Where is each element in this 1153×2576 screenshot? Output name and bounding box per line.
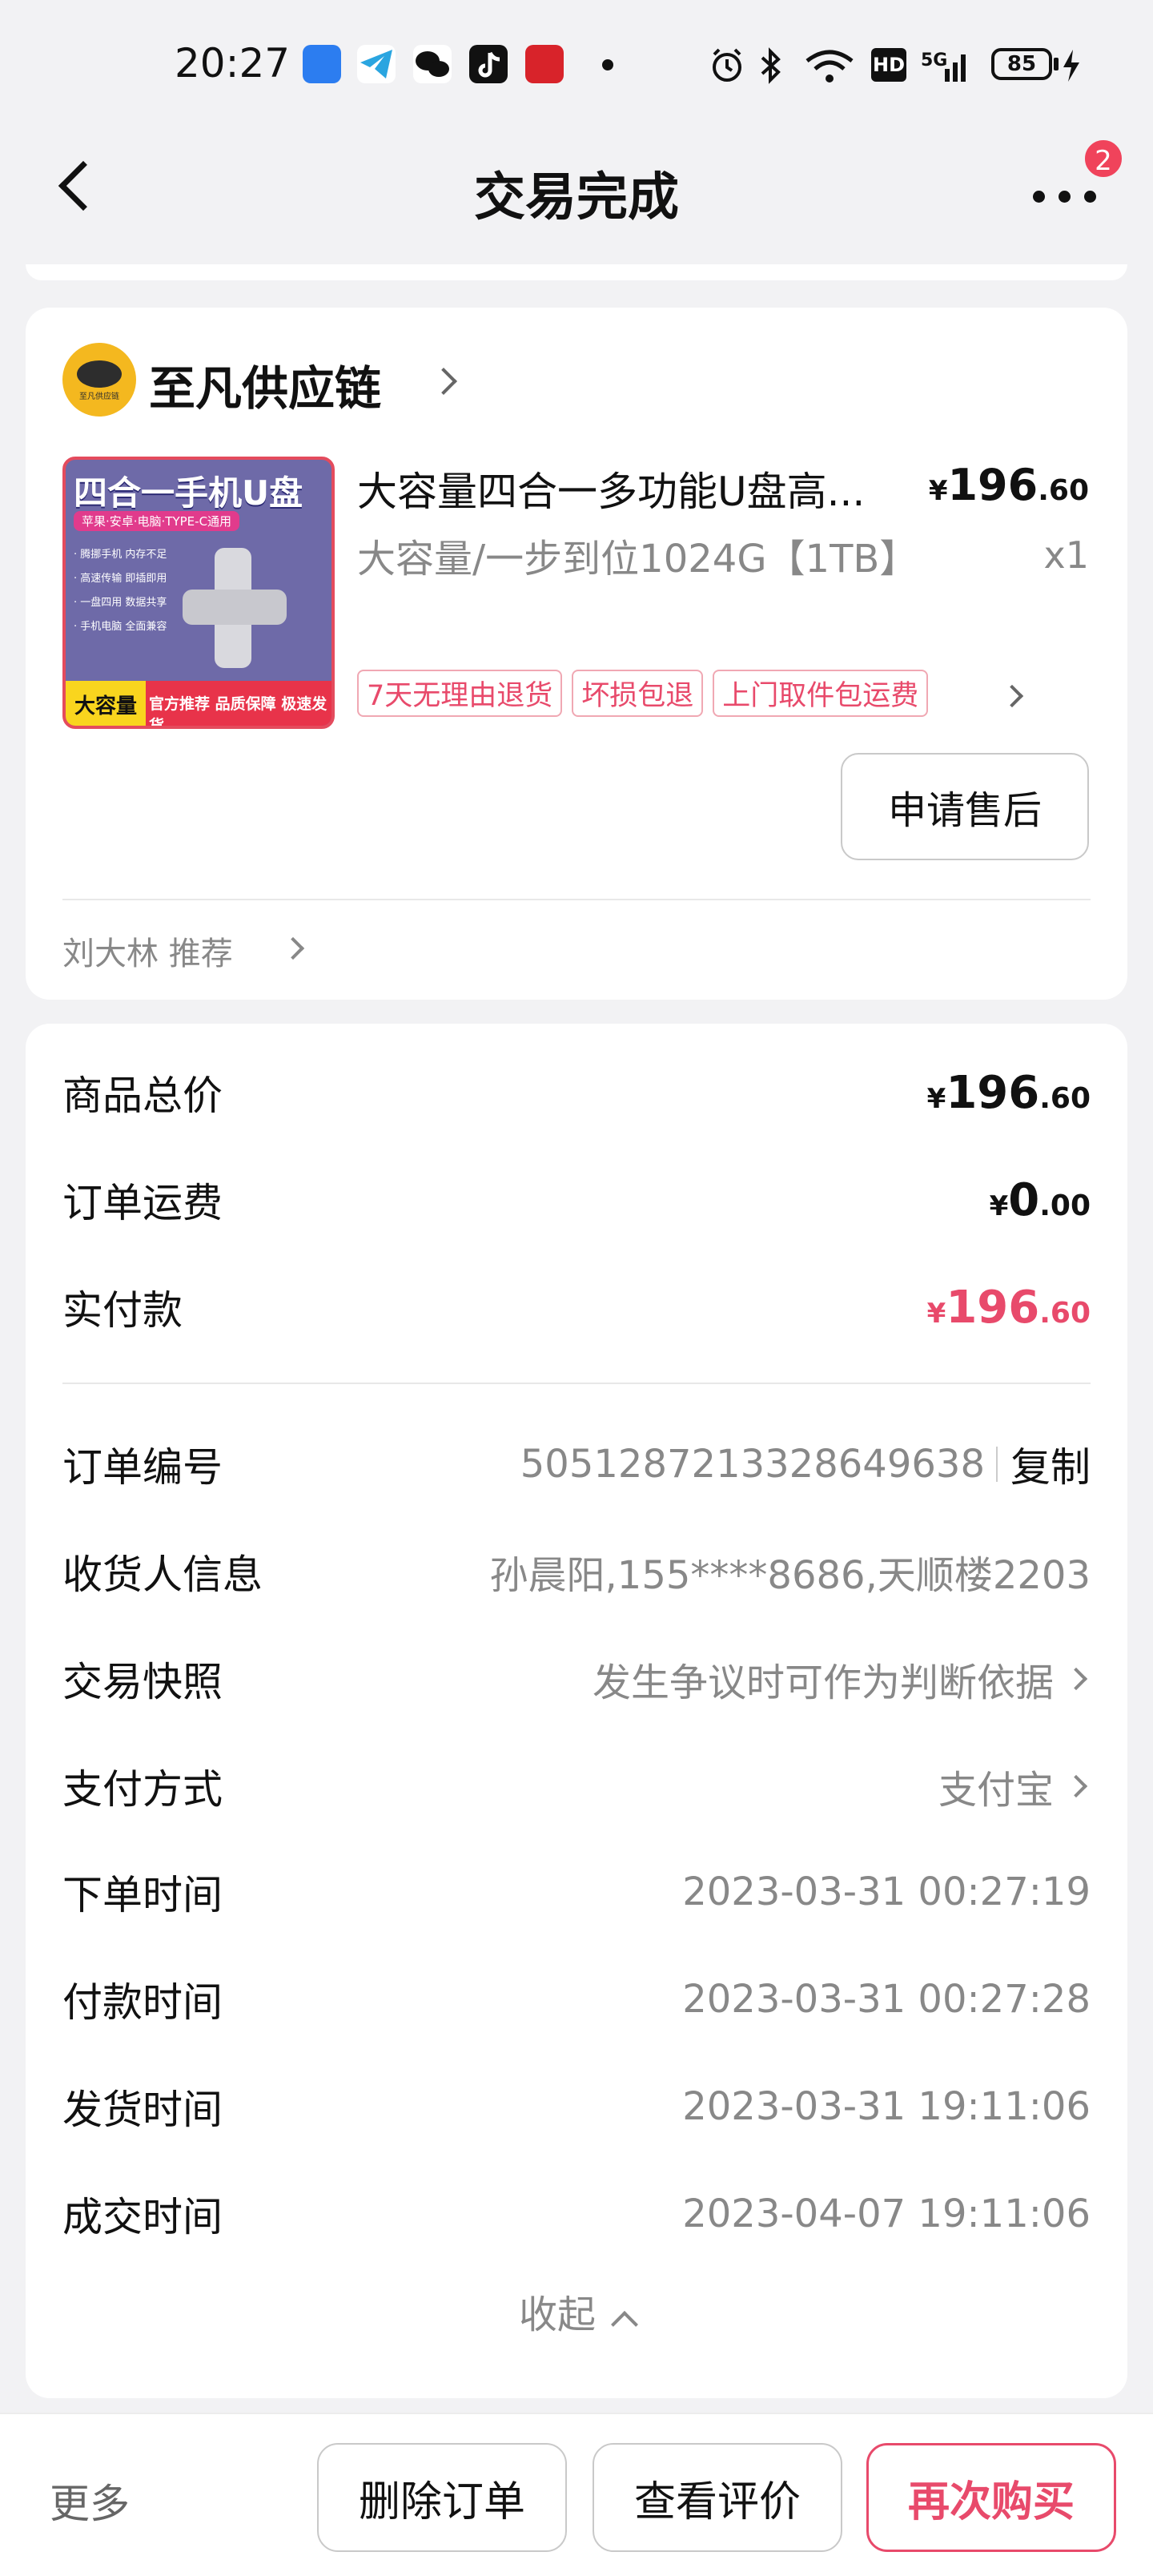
- receiver-value: 孙晨阳,155****8686,天顺楼2203: [489, 1553, 1091, 1598]
- order-details-card: 商品总价 ¥196.60 订单运费 ¥0.00 实付款 ¥196.60 订单编号…: [26, 1024, 1127, 2398]
- order-time-label: 下单时间: [62, 1872, 223, 1918]
- paid-row: 实付款 ¥196.60: [62, 1275, 1091, 1339]
- thumb-title: 四合一手机U盘: [74, 473, 303, 513]
- snapshot-chevron-icon[interactable]: [1064, 1667, 1088, 1691]
- bottom-action-bar: 更多 删除订单 查看评价 再次购买: [0, 2413, 1153, 2576]
- ship-time-row: 发货时间 2023-03-31 19:11:06: [62, 2075, 1091, 2139]
- tag-return[interactable]: 7天无理由退货: [357, 670, 563, 717]
- snapshot-row[interactable]: 交易快照 发生争议时可作为判断依据: [62, 1647, 1091, 1711]
- shipping-label: 订单运费: [62, 1180, 223, 1226]
- more-icon[interactable]: [1033, 191, 1097, 203]
- payment-label: 支付方式: [62, 1766, 223, 1813]
- shipping-row: 订单运费 ¥0.00: [62, 1168, 1091, 1232]
- battery-icon: 85: [991, 48, 1052, 80]
- product-price: ¥196.60: [928, 460, 1089, 510]
- charging-icon: [1062, 46, 1081, 94]
- thumb-features: · 腾挪手机 内存不足 · 高速传输 即插即用 · 一盘四用 数据共享 · 手机…: [74, 549, 167, 633]
- order-no-value: 5051287213328649638: [520, 1442, 985, 1487]
- order-time-value: 2023-03-31 00:27:19: [682, 1870, 1091, 1914]
- copy-button[interactable]: 复制: [1010, 1435, 1091, 1493]
- product-quantity: x1: [1043, 533, 1090, 577]
- shipping-value: ¥0.00: [989, 1173, 1091, 1226]
- shop-chevron-icon[interactable]: [430, 368, 457, 395]
- notification-dot: [602, 59, 613, 70]
- deal-time-row: 成交时间 2023-04-07 19:11:06: [62, 2182, 1091, 2246]
- wifi-icon: [804, 46, 855, 94]
- paid-label: 实付款: [62, 1287, 183, 1334]
- order-no-row: 订单编号 5051287213328649638 复制: [62, 1432, 1091, 1496]
- usb-drive-image: [183, 548, 287, 668]
- collapse-label: 收起: [518, 2292, 596, 2337]
- copy-separator: [996, 1447, 998, 1482]
- tags-chevron-icon[interactable]: [1000, 684, 1024, 708]
- status-bar: 20:27 HD 5G 85: [0, 0, 1153, 120]
- total-label: 商品总价: [62, 1073, 223, 1119]
- signal-icon: [921, 46, 972, 94]
- shop-logo[interactable]: 至凡供应链: [62, 343, 136, 417]
- product-spec: 大容量/一步到位1024G【1TB】: [357, 537, 918, 582]
- receiver-label: 收货人信息: [62, 1552, 263, 1598]
- snapshot-label: 交易快照: [62, 1659, 223, 1705]
- chevron-up-icon: [611, 2311, 638, 2338]
- delete-order-button[interactable]: 删除订单: [317, 2443, 567, 2552]
- total-row: 商品总价 ¥196.60: [62, 1061, 1091, 1125]
- telegram-icon: [357, 45, 396, 83]
- total-value: ¥196.60: [926, 1066, 1091, 1119]
- app-blue-icon: [303, 45, 341, 83]
- product-title[interactable]: 大容量四合一多功能U盘高...: [357, 460, 934, 517]
- tag-damage[interactable]: 坏损包退: [572, 670, 704, 717]
- order-detail-page: 20:27 HD 5G 85 交易完成 2 至凡供应链 至凡供应链 四合一手机U…: [0, 0, 1153, 2576]
- pay-time-label: 付款时间: [62, 1979, 223, 2026]
- page-title: 交易完成: [474, 168, 679, 227]
- buy-again-button[interactable]: 再次购买: [866, 2443, 1116, 2552]
- shop-name[interactable]: 至凡供应链: [149, 351, 381, 418]
- service-tags[interactable]: 7天无理由退货 坏损包退 上门取件包运费: [357, 670, 929, 717]
- status-time: 20:27: [175, 40, 291, 87]
- pay-time-value: 2023-03-31 00:27:28: [682, 1977, 1091, 2022]
- alarm-icon: [709, 46, 745, 94]
- snapshot-value: 发生争议时可作为判断依据: [592, 1660, 1054, 1705]
- wechat-icon: [413, 45, 452, 83]
- divider: [62, 899, 1091, 900]
- ship-time-value: 2023-03-31 19:11:06: [682, 2084, 1091, 2129]
- notification-badge: 2: [1083, 138, 1124, 179]
- pay-time-row: 付款时间 2023-03-31 00:27:28: [62, 1967, 1091, 2031]
- recommend-chevron-icon[interactable]: [281, 936, 305, 960]
- paid-value: ¥196.60: [926, 1281, 1091, 1334]
- collapse-button[interactable]: 收起: [26, 2283, 1127, 2339]
- receiver-row: 收货人信息 孙晨阳,155****8686,天顺楼2203: [62, 1540, 1091, 1604]
- thumb-subtitle: 苹果·安卓·电脑·TYPE-C通用: [74, 511, 240, 531]
- deal-time-label: 成交时间: [62, 2194, 223, 2240]
- more-link[interactable]: 更多: [50, 2472, 130, 2530]
- tiktok-icon: [469, 45, 508, 83]
- order-no-label: 订单编号: [62, 1444, 223, 1491]
- order-time-row: 下单时间 2023-03-31 00:27:19: [62, 1860, 1091, 1924]
- battery-tip: [1054, 58, 1059, 70]
- shop-logo-text: 至凡供应链: [79, 392, 119, 401]
- ship-time-label: 发货时间: [62, 2087, 223, 2133]
- previous-card-edge: [26, 264, 1127, 280]
- recommend-link[interactable]: 刘大林 推荐: [62, 928, 233, 974]
- app-red-icon: [525, 45, 564, 83]
- payment-value: 支付宝: [938, 1768, 1054, 1813]
- after-sale-button[interactable]: 申请售后: [841, 753, 1089, 860]
- payment-row[interactable]: 支付方式 支付宝: [62, 1754, 1091, 1818]
- divider: [62, 1383, 1091, 1384]
- hd-icon: HD: [871, 48, 906, 82]
- view-review-button[interactable]: 查看评价: [593, 2443, 842, 2552]
- thumb-bar-text: 官方推荐 品质保障 极速发货: [149, 695, 327, 729]
- product-thumbnail[interactable]: 四合一手机U盘 苹果·安卓·电脑·TYPE-C通用 · 腾挪手机 内存不足 · …: [62, 457, 335, 729]
- bluetooth-icon: [757, 46, 783, 94]
- product-card: 至凡供应链 至凡供应链 四合一手机U盘 苹果·安卓·电脑·TYPE-C通用 · …: [26, 308, 1127, 1000]
- thumb-bar-label: 大容量: [66, 681, 146, 726]
- payment-chevron-icon[interactable]: [1064, 1774, 1088, 1798]
- tag-pickup[interactable]: 上门取件包运费: [713, 670, 929, 717]
- deal-time-value: 2023-04-07 19:11:06: [682, 2192, 1091, 2236]
